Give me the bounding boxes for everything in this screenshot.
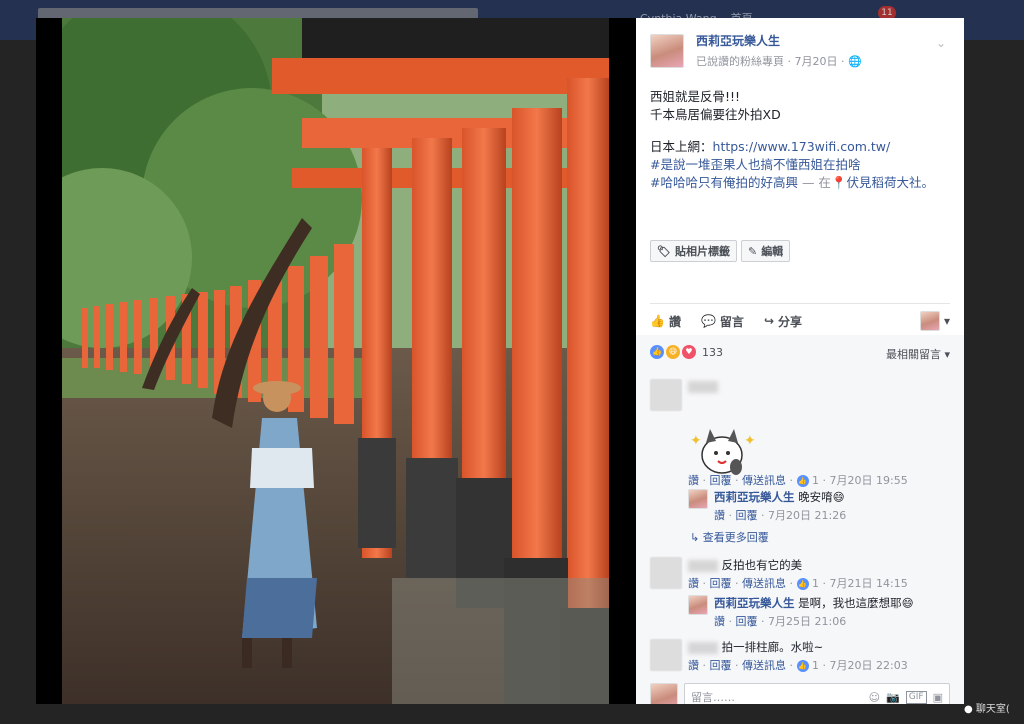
reply-link[interactable]: 回覆 (736, 615, 758, 628)
commenter-name[interactable] (688, 641, 718, 654)
commenter-avatar[interactable] (650, 557, 682, 589)
smiley-icon[interactable]: ☺ (869, 691, 880, 704)
camera-icon[interactable]: 📷 (886, 691, 900, 704)
commenter-name[interactable] (688, 559, 718, 572)
post-text: 西姐就是反骨!!! 千本鳥居偏要往外拍XD 日本上網：https://www.1… (650, 88, 954, 192)
torii-gates-photo (62, 18, 609, 704)
page-avatar[interactable] (688, 595, 708, 615)
hashtag-1[interactable]: #是說一堆歪果人也搞不懂西姐在拍啥 (650, 156, 954, 174)
like-reaction-icon: 👍 (650, 345, 664, 359)
love-reaction-icon: ♥ (682, 345, 696, 359)
reply-author[interactable]: 西莉亞玩樂人生 (714, 490, 795, 504)
divider (650, 303, 950, 304)
reaction-count: 133 (702, 345, 723, 359)
reply-link[interactable]: 回覆 (710, 577, 732, 590)
chevron-down-icon: ▾ (943, 314, 950, 328)
reply-author[interactable]: 西莉亞玩樂人生 (714, 596, 795, 610)
page-avatar[interactable] (650, 33, 684, 68)
tag-photo-button[interactable]: 🏷 貼相片標籤 (650, 240, 737, 262)
post-photo[interactable] (62, 18, 609, 704)
post-link[interactable]: https://www.173wifi.com.tw/ (713, 139, 891, 154)
commenter-name[interactable] (688, 380, 718, 393)
post-sidebar: 西莉亞玩樂人生 已說讚的粉絲專頁 · 7月20日 · 🌐 ⌄ 西姐就是反骨!!!… (636, 18, 964, 704)
gif-icon[interactable]: GIF (905, 690, 927, 704)
chevron-down-icon[interactable]: ⌄ (936, 36, 946, 50)
sticker-icon[interactable]: ▣ (933, 691, 943, 704)
like-button[interactable]: 👍 讚 (650, 311, 681, 331)
reply: 西莉亞玩樂人生 晚安唷😄 讚 · 回覆 · 7月20日 21:26 (688, 489, 846, 523)
comment-sort-dropdown[interactable]: 最相關留言 ▾ (886, 346, 950, 362)
like-comment-link[interactable]: 讚 (714, 615, 725, 628)
reply: 西莉亞玩樂人生 是啊，我也這麼想耶😄 讚 · 回覆 · 7月25日 21:06 (688, 595, 914, 629)
reply-link[interactable]: 回覆 (710, 659, 732, 672)
edit-button[interactable]: ✎ 編輯 (740, 240, 791, 262)
like-icon: 👍 (796, 660, 809, 672)
page-name[interactable]: 西莉亞玩樂人生 (696, 32, 862, 49)
tag-icon: 🏷 (657, 244, 671, 258)
svg-text:✦: ✦ (690, 433, 702, 449)
reply-link[interactable]: 回覆 (736, 509, 758, 522)
viewer-avatar (650, 683, 678, 704)
photo-tag-buttons: 🏷 貼相片標籤 ✎ 編輯 (650, 240, 791, 262)
like-icon: 👍 (796, 475, 809, 487)
post-actions: 👍 讚 💬 留言 ↪ 分享 ▾ (650, 311, 950, 331)
reply-link[interactable]: 回覆 (710, 474, 732, 487)
haha-reaction-icon: 😆 (666, 345, 680, 359)
like-comment-link[interactable]: 讚 (714, 509, 725, 522)
share-icon: ↪ (763, 314, 774, 328)
comment-composer: 留言…… ☺ 📷 GIF ▣ (650, 682, 950, 704)
comment-actions: 讚 · 回覆 · 傳送訊息 · 👍 1 · 7月20日 19:55 (688, 474, 908, 487)
like-comment-link[interactable]: 讚 (688, 577, 699, 590)
location-link[interactable]: 伏見稻荷大社。 (847, 175, 935, 190)
comment-button[interactable]: 💬 留言 (701, 311, 744, 331)
view-more-replies-link[interactable]: ↳ 查看更多回覆 (690, 529, 769, 545)
share-button[interactable]: ↪ 分享 (764, 311, 802, 331)
comment (650, 379, 718, 411)
post-meta: 已說讚的粉絲專頁 · 7月20日 · 🌐 (696, 55, 862, 68)
post-date[interactable]: 7月20日 (795, 55, 838, 68)
post-header: 西莉亞玩樂人生 已說讚的粉絲專頁 · 7月20日 · 🌐 (650, 32, 862, 69)
hashtag-2[interactable]: #哈哈哈只有俺拍的好高興 (650, 175, 798, 190)
edit-icon: ✎ (747, 244, 758, 258)
reactions-summary[interactable]: 👍 😆 ♥ 133 (650, 345, 723, 359)
send-message-link[interactable]: 傳送訊息 (742, 659, 786, 672)
comment: 反拍也有它的美 讚 · 回覆 · 傳送訊息 · 👍 1 · 7月21日 14:1… (650, 557, 908, 591)
chat-bar[interactable]: ● 聊天室( (964, 700, 1010, 715)
comments-section: 👍 😆 ♥ 133 最相關留言 ▾ ✦ ✦ 讚 · 回覆 · 傳送訊息 · 👍 … (636, 335, 964, 704)
like-comment-link[interactable]: 讚 (688, 474, 699, 487)
globe-icon: 🌐 (848, 55, 862, 68)
viewer-avatar (919, 311, 940, 331)
commenter-avatar[interactable] (650, 379, 682, 411)
page-avatar[interactable] (688, 489, 708, 509)
send-message-link[interactable]: 傳送訊息 (742, 577, 786, 590)
location-pin-icon: 📍 (830, 175, 847, 190)
viewer-select[interactable]: ▾ (919, 311, 950, 331)
comment-icon: 💬 (700, 314, 716, 328)
comment-input[interactable]: 留言…… ☺ 📷 GIF ▣ (684, 683, 950, 704)
svg-text:✦: ✦ (744, 433, 756, 449)
comment: 拍一排柱廊。水啦~ 讚 · 回覆 · 傳送訊息 · 👍 1 · 7月20日 22… (650, 639, 908, 673)
like-comment-link[interactable]: 讚 (688, 659, 699, 672)
send-message-link[interactable]: 傳送訊息 (742, 474, 786, 487)
like-icon: 👍 (796, 578, 809, 590)
commenter-avatar[interactable] (650, 639, 682, 671)
like-icon: 👍 (650, 314, 665, 328)
